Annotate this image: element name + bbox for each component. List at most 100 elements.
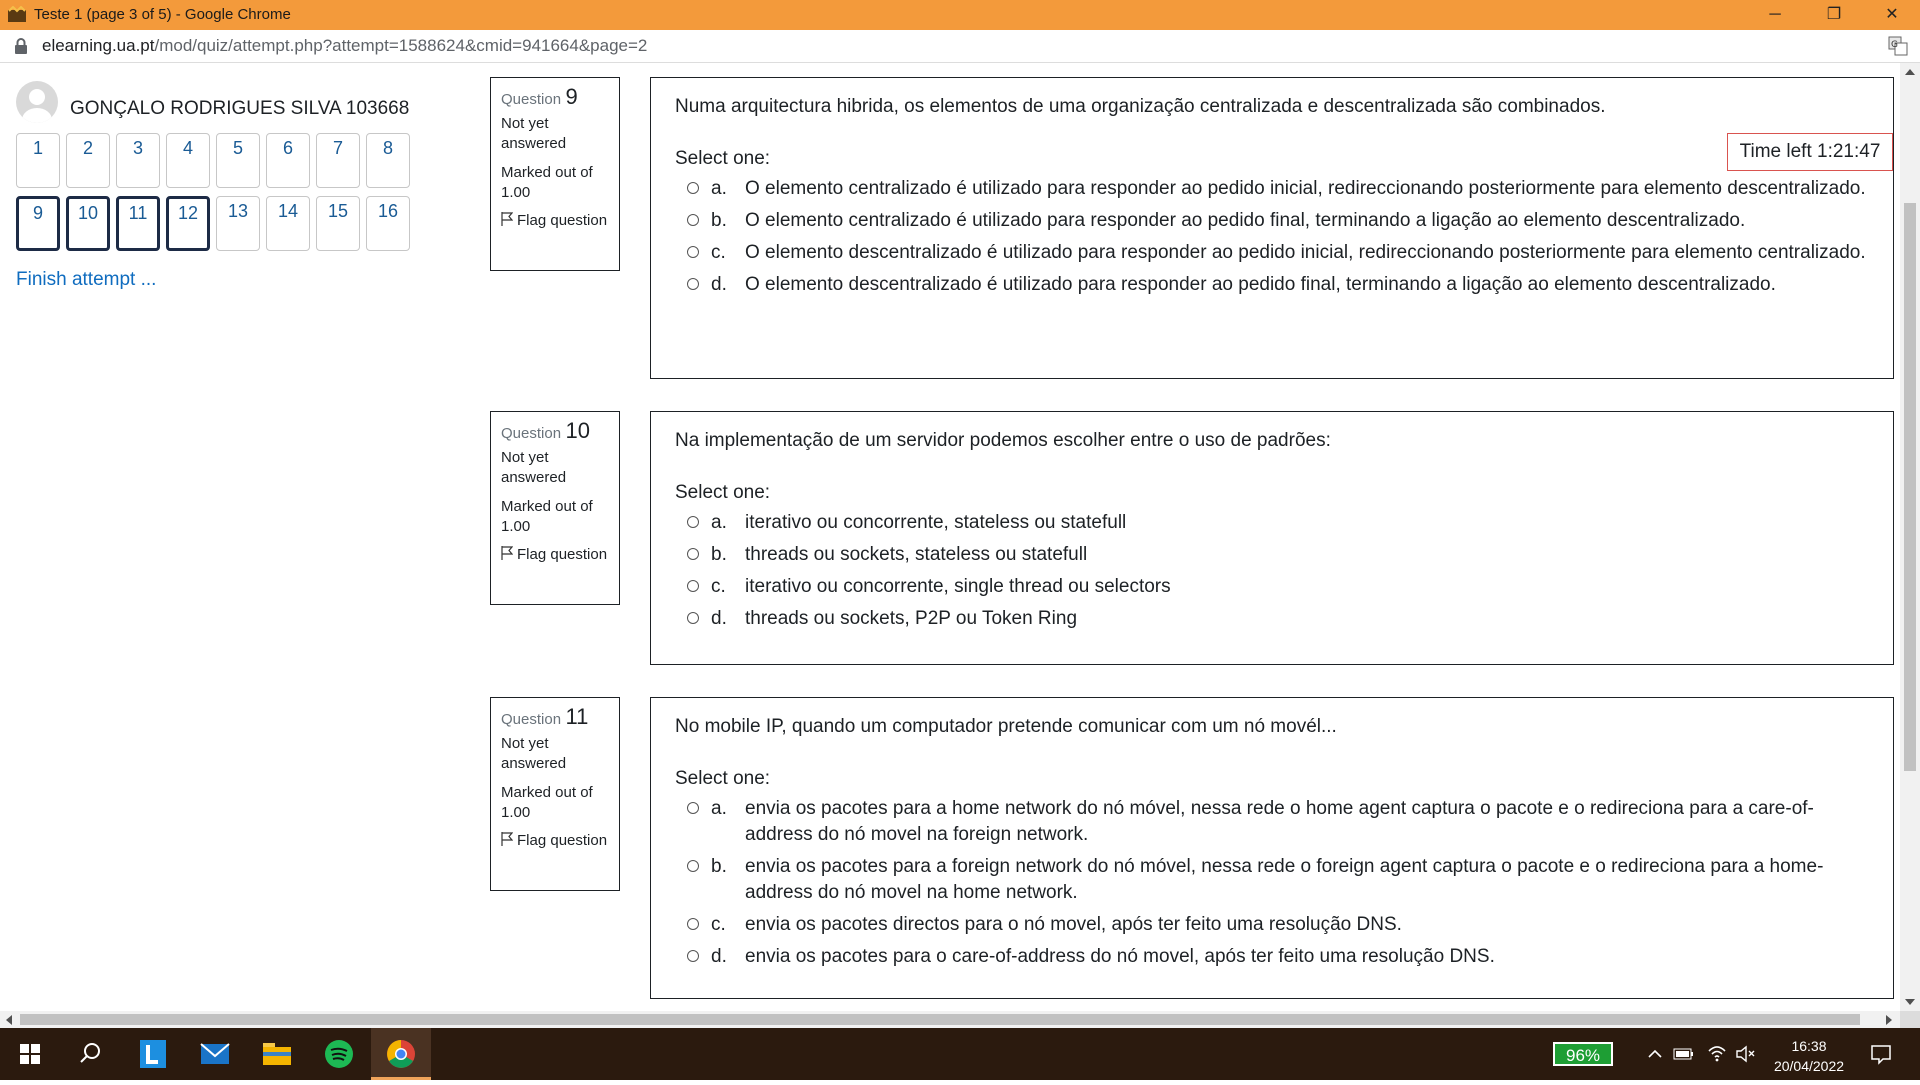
radio-button[interactable] (687, 548, 699, 560)
radio-button[interactable] (687, 950, 699, 962)
question-label: Question (501, 425, 562, 442)
flag-question-button[interactable]: Flag question (501, 211, 609, 231)
vertical-scroll-thumb[interactable] (1904, 203, 1916, 771)
flag-question-button[interactable]: Flag question (501, 545, 609, 565)
scrollbar-corner (1900, 1011, 1920, 1028)
address-bar[interactable]: elearning.ua.pt/mod/quiz/attempt.php?att… (0, 30, 1920, 63)
answer-option[interactable]: d. envia os pacotes para o care-of-addres… (675, 944, 1869, 970)
quiz-nav-button-13[interactable]: 13 (216, 196, 260, 251)
vertical-scrollbar[interactable] (1900, 63, 1920, 1011)
quiz-nav-button-15[interactable]: 15 (316, 196, 360, 251)
url-text[interactable]: elearning.ua.pt/mod/quiz/attempt.php?att… (42, 36, 647, 56)
notifications-icon[interactable] (1869, 1042, 1893, 1066)
close-button[interactable]: ✕ (1864, 0, 1920, 30)
finish-attempt-link[interactable]: Finish attempt ... (16, 269, 156, 291)
mail-icon[interactable] (185, 1028, 245, 1080)
quiz-nav-button-2[interactable]: 2 (66, 133, 110, 188)
chrome-icon[interactable] (371, 1028, 431, 1080)
answer-text: O elemento centralizado é utilizado para… (745, 210, 1746, 231)
answer-letter: c. (711, 242, 726, 263)
quiz-nav-button-7[interactable]: 7 (316, 133, 360, 188)
answer-letter: a. (711, 178, 727, 199)
user-name[interactable]: GONÇALO RODRIGUES SILVA 103668 (70, 98, 409, 120)
question-marks: Marked out of 1.00 (501, 498, 593, 535)
horizontal-scroll-thumb[interactable] (20, 1014, 1860, 1025)
question-content-11: No mobile IP, quando um computador prete… (650, 697, 1894, 999)
windows-start-icon[interactable] (0, 1028, 60, 1080)
quiz-nav-button-12[interactable]: 12 (166, 196, 210, 251)
battery-icon[interactable] (1673, 1045, 1695, 1063)
translate-icon[interactable]: G (1888, 36, 1908, 56)
answer-option[interactable]: c. O elemento descentralizado é utilizado… (675, 240, 1869, 266)
battery-percentage[interactable]: 96% (1553, 1042, 1613, 1066)
answer-option[interactable]: c. envia os pacotes directos para o nó mo… (675, 912, 1869, 938)
radio-button[interactable] (687, 182, 699, 194)
answer-option[interactable]: a. envia os pacotes para a home network d… (675, 796, 1869, 848)
quiz-nav-button-14[interactable]: 14 (266, 196, 310, 251)
flag-question-button[interactable]: Flag question (501, 831, 609, 851)
answer-text: envia os pacotes directos para o nó move… (745, 914, 1402, 935)
wifi-icon[interactable] (1707, 1043, 1727, 1063)
question-text: No mobile IP, quando um computador prete… (675, 716, 1337, 737)
radio-button[interactable] (687, 860, 699, 872)
maximize-button[interactable]: ❐ (1806, 0, 1862, 30)
answer-letter: d. (711, 608, 727, 629)
quiz-nav-button-1[interactable]: 1 (16, 133, 60, 188)
horizontal-scrollbar[interactable] (0, 1011, 1900, 1028)
volume-muted-icon[interactable] (1735, 1044, 1757, 1064)
question-number: 11 (565, 704, 589, 729)
scroll-left-arrow-icon[interactable] (6, 1015, 12, 1025)
minimize-button[interactable]: ─ (1747, 0, 1803, 30)
file-explorer-icon[interactable] (247, 1028, 307, 1080)
radio-button[interactable] (687, 246, 699, 258)
quiz-nav-button-4[interactable]: 4 (166, 133, 210, 188)
window-title: Teste 1 (page 3 of 5) - Google Chrome (34, 6, 291, 23)
lexis-app-icon[interactable] (123, 1028, 183, 1080)
answer-option[interactable]: d. threads ou sockets, P2P ou Token Ring (675, 606, 1869, 632)
select-one-label: Select one: (675, 148, 771, 169)
avatar[interactable] (16, 81, 58, 123)
system-clock[interactable]: 16:38 20/04/2022 (1764, 1036, 1854, 1076)
chevron-up-icon[interactable] (1646, 1045, 1664, 1063)
answer-text: O elemento descentralizado é utilizado p… (745, 274, 1776, 295)
quiz-nav-button-16[interactable]: 16 (366, 196, 410, 251)
scroll-down-arrow-icon[interactable] (1905, 999, 1915, 1005)
quiz-nav-button-11[interactable]: 11 (116, 196, 160, 251)
radio-button[interactable] (687, 802, 699, 814)
answer-text: O elemento descentralizado é utilizado p… (745, 242, 1866, 263)
answer-text: threads ou sockets, P2P ou Token Ring (745, 608, 1078, 629)
answer-option[interactable]: b. threads ou sockets, stateless ou state… (675, 542, 1869, 568)
question-label: Question (501, 711, 562, 728)
question-text: Numa arquitectura hibrida, os elementos … (675, 96, 1606, 117)
spotify-icon[interactable] (309, 1028, 369, 1080)
quiz-nav-button-5[interactable]: 5 (216, 133, 260, 188)
answer-option[interactable]: b. envia os pacotes para a foreign networ… (675, 854, 1869, 906)
taskbar: 96% 16:38 20/04/2022 (0, 1028, 1920, 1080)
scroll-up-arrow-icon[interactable] (1905, 69, 1915, 75)
scroll-right-arrow-icon[interactable] (1886, 1015, 1892, 1025)
radio-button[interactable] (687, 612, 699, 624)
search-icon[interactable] (60, 1028, 120, 1080)
radio-button[interactable] (687, 918, 699, 930)
answer-option[interactable]: c. iterativo ou concorrente, single threa… (675, 574, 1869, 600)
question-info-10: Question 10 Not yet answered Marked out … (490, 411, 620, 605)
radio-button[interactable] (687, 516, 699, 528)
answer-letter: a. (711, 512, 727, 533)
url-host: elearning.ua.pt (42, 36, 155, 55)
flag-label: Flag question (517, 212, 608, 229)
answer-option[interactable]: d. O elemento descentralizado é utilizado… (675, 272, 1869, 298)
flag-label: Flag question (517, 832, 608, 849)
answer-option[interactable]: b. O elemento centralizado é utilizado pa… (675, 208, 1869, 234)
answer-option[interactable]: a. O elemento centralizado é utilizado pa… (675, 176, 1869, 202)
quiz-nav-button-8[interactable]: 8 (366, 133, 410, 188)
radio-button[interactable] (687, 214, 699, 226)
answer-letter: b. (711, 856, 727, 877)
quiz-nav-button-10[interactable]: 10 (66, 196, 110, 251)
radio-button[interactable] (687, 580, 699, 592)
quiz-nav-button-3[interactable]: 3 (116, 133, 160, 188)
quiz-nav-button-9[interactable]: 9 (16, 196, 60, 251)
quiz-nav-button-6[interactable]: 6 (266, 133, 310, 188)
answer-text: iterativo ou concorrente, single thread … (745, 576, 1171, 597)
radio-button[interactable] (687, 278, 699, 290)
answer-option[interactable]: a. iterativo ou concorrente, stateless ou… (675, 510, 1869, 536)
